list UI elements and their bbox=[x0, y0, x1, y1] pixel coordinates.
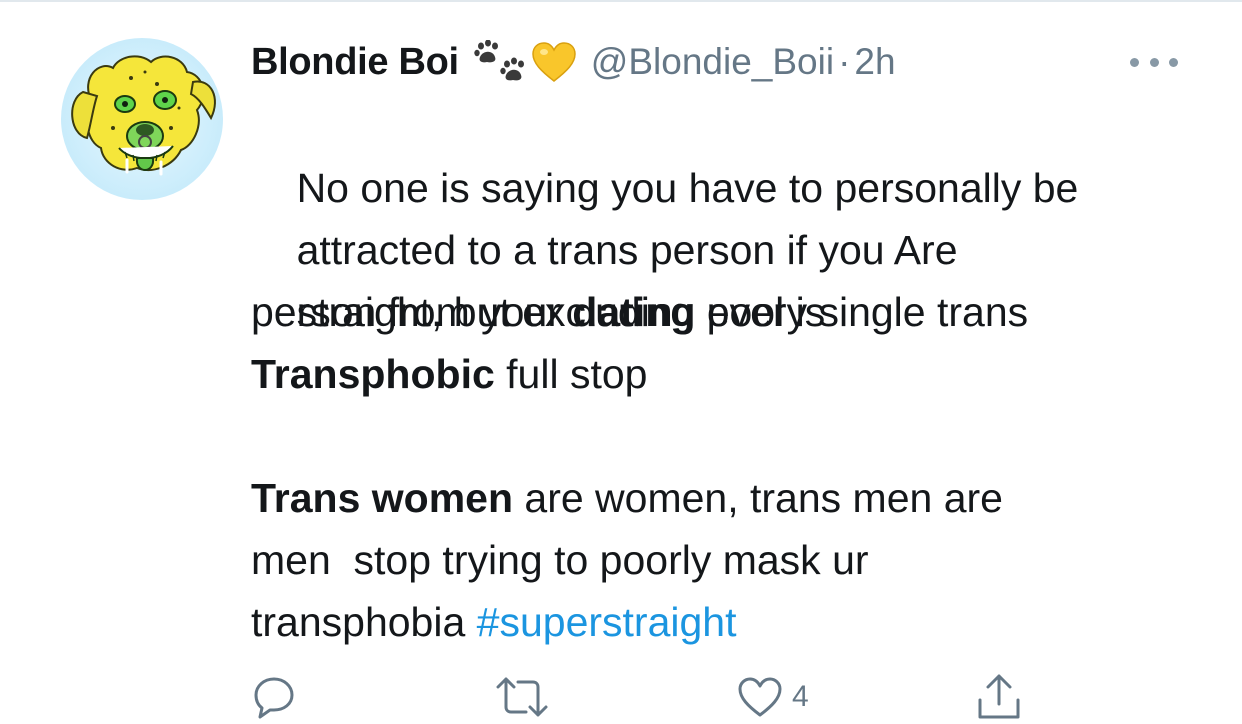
hashtag-link[interactable]: #superstraight bbox=[477, 599, 737, 645]
paw-prints-icon bbox=[471, 40, 527, 84]
avatar-dog-illustration bbox=[71, 55, 216, 176]
tweet-line: Trans women are women, trans men are bbox=[251, 467, 1211, 529]
yellow-heart-icon bbox=[531, 41, 577, 83]
retweet-button[interactable] bbox=[494, 670, 550, 724]
text-segment: transphobia bbox=[251, 599, 477, 645]
tweet-timestamp[interactable]: 2h bbox=[854, 41, 895, 83]
user-handle[interactable]: @Blondie_Boii bbox=[591, 41, 834, 83]
display-name[interactable]: Blondie Boi bbox=[251, 41, 459, 84]
like-button[interactable]: 4 bbox=[736, 670, 809, 724]
tweet-line: transphobia #superstraight bbox=[251, 591, 1211, 653]
like-count: 4 bbox=[792, 680, 809, 713]
tweet-line: person from your dating pool is bbox=[251, 281, 1211, 343]
heart-icon bbox=[738, 677, 782, 717]
share-button[interactable] bbox=[976, 670, 1022, 724]
tweet-text: No one is saying you have to personally … bbox=[251, 95, 1211, 653]
header-separator: · bbox=[838, 41, 851, 82]
text-segment: are women, trans men are bbox=[513, 475, 1003, 521]
text-segment: No one is saying you have to personally … bbox=[296, 165, 1079, 211]
tweet-line: Transphobic full stop bbox=[251, 343, 1211, 405]
top-divider bbox=[0, 0, 1242, 2]
reply-icon bbox=[254, 677, 294, 719]
tweet-actions: 4 bbox=[0, 670, 1242, 724]
bold-text-segment: Transphobic bbox=[251, 351, 495, 397]
reply-button[interactable] bbox=[252, 670, 296, 724]
more-options-icon[interactable] bbox=[1130, 56, 1178, 68]
share-icon bbox=[978, 674, 1020, 719]
text-segment: men stop trying to poorly mask ur bbox=[251, 537, 869, 583]
text-segment: attracted to a trans person if you Are bbox=[296, 227, 958, 273]
tweet-line: No one is saying you have to personally … bbox=[251, 95, 1211, 211]
tweet-header: Blondie Boi @Blondie_Boii · 2h bbox=[251, 36, 896, 88]
text-segment: person from your bbox=[251, 289, 573, 335]
tweet-line: men stop trying to poorly mask ur bbox=[251, 529, 1211, 591]
text-segment: pool is bbox=[695, 289, 826, 335]
avatar[interactable] bbox=[61, 38, 223, 200]
bold-text-segment: dating bbox=[572, 289, 696, 335]
text-segment: full stop bbox=[494, 351, 648, 397]
retweet-icon bbox=[496, 677, 548, 717]
bold-text-segment: Trans women bbox=[251, 475, 514, 521]
